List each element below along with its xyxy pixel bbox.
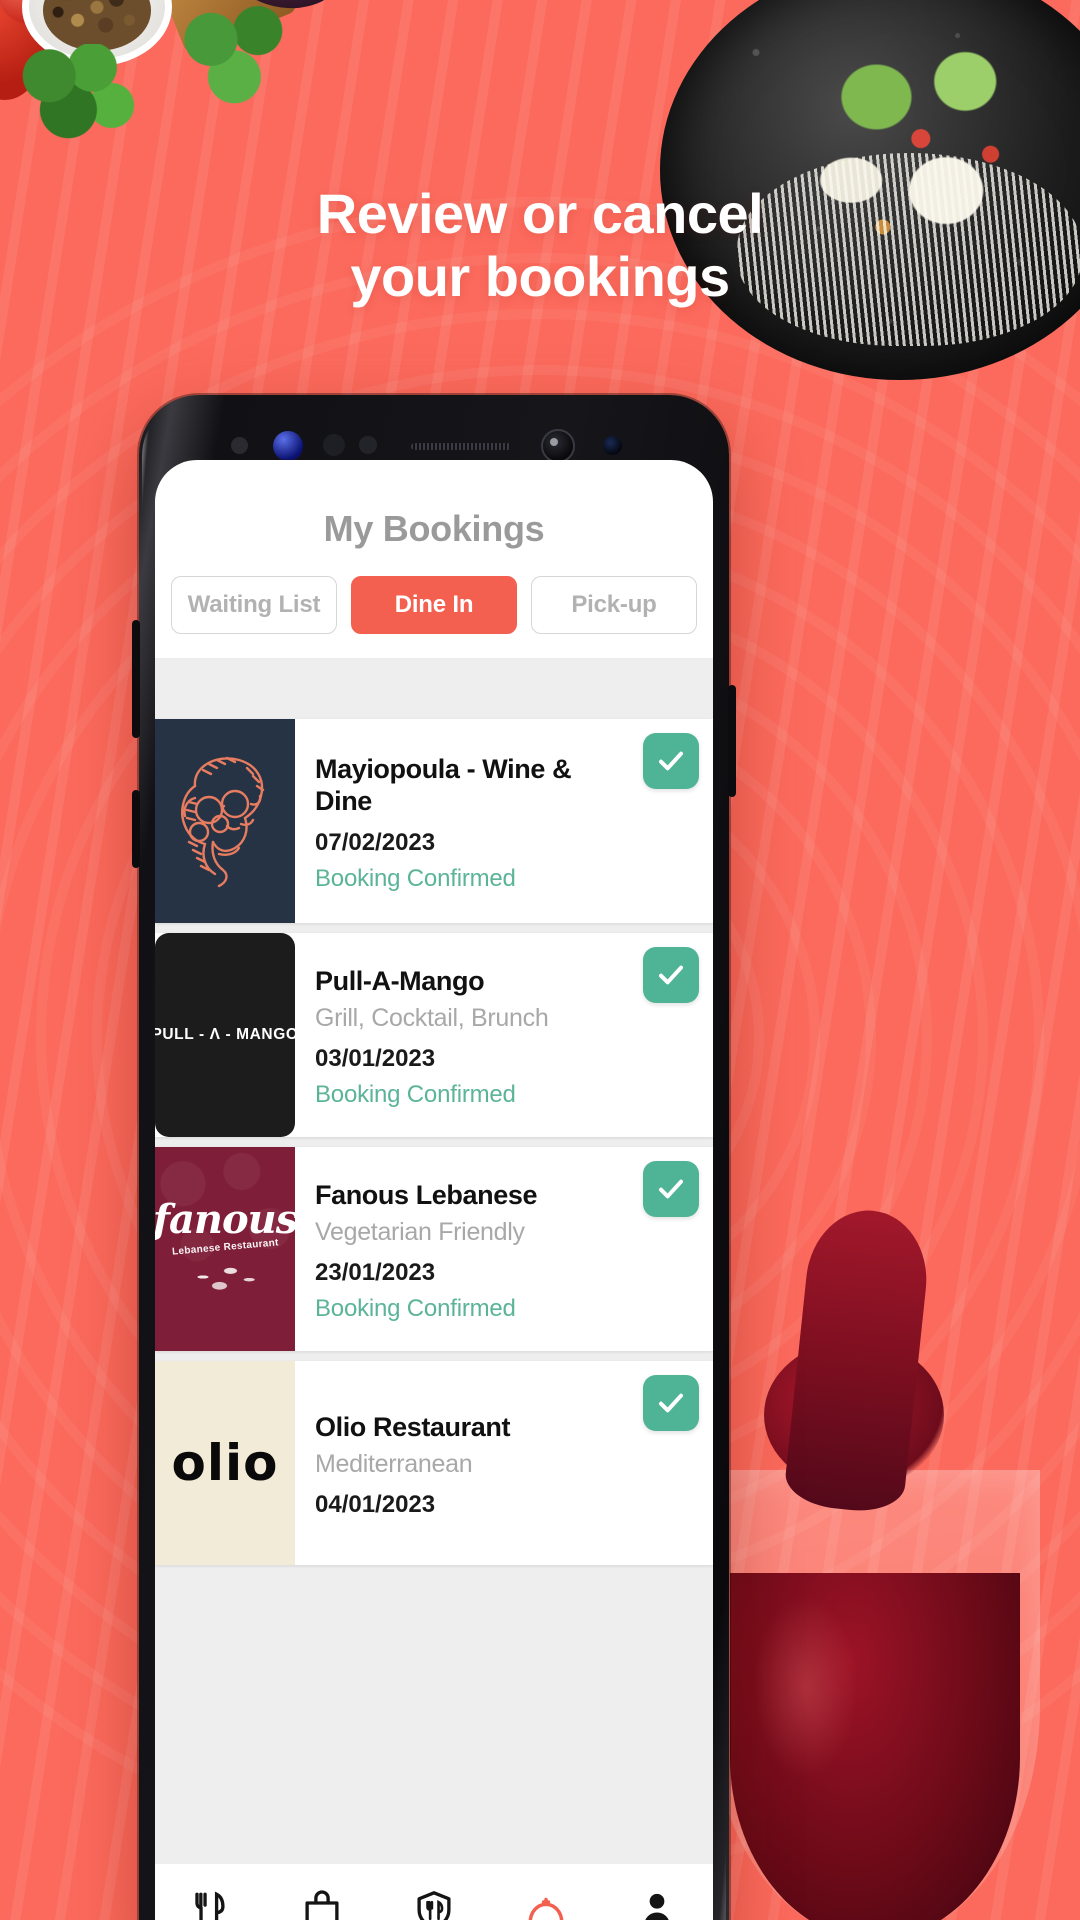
page-title: My Bookings (323, 508, 545, 549)
volume-button[interactable] (132, 620, 140, 738)
status-led-icon (273, 431, 303, 461)
check-icon (659, 1179, 683, 1199)
booking-status: Booking Confirmed (315, 865, 516, 893)
booking-type-tabs: Waiting List Dine In Pick-up (155, 554, 713, 659)
restaurant-name: Olio Restaurant (315, 1412, 511, 1443)
check-icon (659, 965, 683, 985)
proximity-sensor-icon (231, 437, 248, 454)
shopping-bag-icon (305, 1889, 339, 1920)
earpiece-speaker-icon (411, 443, 511, 450)
restaurant-shield-icon (417, 1890, 451, 1920)
nav-item-restaurants[interactable] (378, 1889, 490, 1920)
booking-details: Pull-A-Mango Grill, Cocktail, Brunch 03/… (295, 933, 713, 1137)
booking-card[interactable]: PULL - Λ - MANGO Pull-A-Mango Grill, Coc… (155, 933, 713, 1137)
restaurant-name: Fanous Lebanese (315, 1180, 538, 1211)
light-sensor-icon (323, 434, 345, 456)
nav-item-profile[interactable] (601, 1889, 713, 1920)
mayiopoula-face-icon (181, 756, 265, 888)
phone-screen: My Bookings Waiting List Dine In Pick-up (155, 460, 713, 1920)
person-icon (645, 1893, 670, 1920)
nav-item-orders[interactable] (267, 1889, 379, 1920)
wine-glass (710, 1470, 1040, 1920)
tab-dine-in[interactable]: Dine In (351, 576, 517, 634)
booking-date: 04/01/2023 (315, 1490, 436, 1518)
olio-wordmark: olio (171, 1434, 279, 1492)
restaurant-name: Pull-A-Mango (315, 966, 485, 997)
headline-line-1: Review or cancel (316, 182, 764, 245)
restaurant-logo: PULL - Λ - MANGO (155, 933, 295, 1137)
confirmed-check-badge[interactable] (643, 947, 699, 1003)
promo-headline: Review or cancel your bookings (0, 182, 1080, 308)
booking-details: Mayiopoula - Wine & Dine 07/02/2023 Book… (295, 719, 713, 923)
bottom-navigation (155, 1863, 713, 1920)
booking-date: 23/01/2023 (315, 1258, 436, 1286)
front-camera-icon (541, 429, 575, 463)
booking-date: 07/02/2023 (315, 829, 436, 857)
booking-details: Olio Restaurant Mediterranean 04/01/2023 (295, 1361, 713, 1565)
restaurant-logo: olio (155, 1361, 295, 1565)
restaurant-cuisine: Grill, Cocktail, Brunch (315, 1003, 549, 1032)
iris-sensor-icon (359, 436, 377, 454)
booking-details: Fanous Lebanese Vegetarian Friendly 23/0… (295, 1147, 713, 1351)
tab-pick-up[interactable]: Pick-up (531, 576, 697, 634)
power-button[interactable] (728, 685, 736, 797)
parsley-sprig-b (172, 2, 302, 112)
bell-icon (528, 1897, 563, 1920)
restaurant-logo (155, 719, 295, 923)
pull-a-mango-wordmark: PULL - Λ - MANGO (155, 1026, 295, 1043)
nav-item-dine[interactable] (155, 1889, 267, 1920)
tab-waiting-list[interactable]: Waiting List (171, 576, 337, 634)
check-icon (659, 751, 683, 771)
booking-card[interactable]: Mayiopoula - Wine & Dine 07/02/2023 Book… (155, 719, 713, 923)
food-photo-wine-pour (690, 1204, 1080, 1920)
confirmed-check-badge[interactable] (643, 1375, 699, 1431)
headline-line-2: your bookings (350, 244, 730, 308)
restaurant-name: Mayiopoula - Wine & Dine (315, 753, 572, 816)
assistant-button[interactable] (132, 790, 140, 868)
fanous-wordmark: fanous (155, 1195, 295, 1243)
cutlery-icon (195, 1891, 225, 1920)
nav-item-bookings[interactable] (490, 1889, 602, 1920)
confirmed-check-badge[interactable] (643, 733, 699, 789)
wine-liquid (729, 1573, 1021, 1920)
bookings-list[interactable]: Mayiopoula - Wine & Dine 07/02/2023 Book… (155, 659, 713, 1920)
confirmed-check-badge[interactable] (643, 1161, 699, 1217)
restaurant-cuisine: Mediterranean (315, 1449, 473, 1478)
booking-date: 03/01/2023 (315, 1044, 436, 1072)
food-photo-top-left (0, 0, 430, 170)
parsley-sprig-a (18, 44, 138, 150)
fanous-ornament-icon (170, 1254, 280, 1299)
restaurant-cuisine: Vegetarian Friendly (315, 1217, 525, 1246)
booking-card[interactable]: fanous Lebanese Restaurant Fanous Lebane… (155, 1147, 713, 1351)
booking-card[interactable]: olio Olio Restaurant Mediterranean 04/01… (155, 1361, 713, 1565)
check-icon (659, 1393, 683, 1413)
restaurant-logo: fanous Lebanese Restaurant (155, 1147, 295, 1351)
secondary-sensor-icon (603, 436, 622, 455)
phone-mockup: My Bookings Waiting List Dine In Pick-up (132, 395, 736, 1920)
booking-status: Booking Confirmed (315, 1080, 516, 1108)
booking-status: Booking Confirmed (315, 1294, 516, 1322)
